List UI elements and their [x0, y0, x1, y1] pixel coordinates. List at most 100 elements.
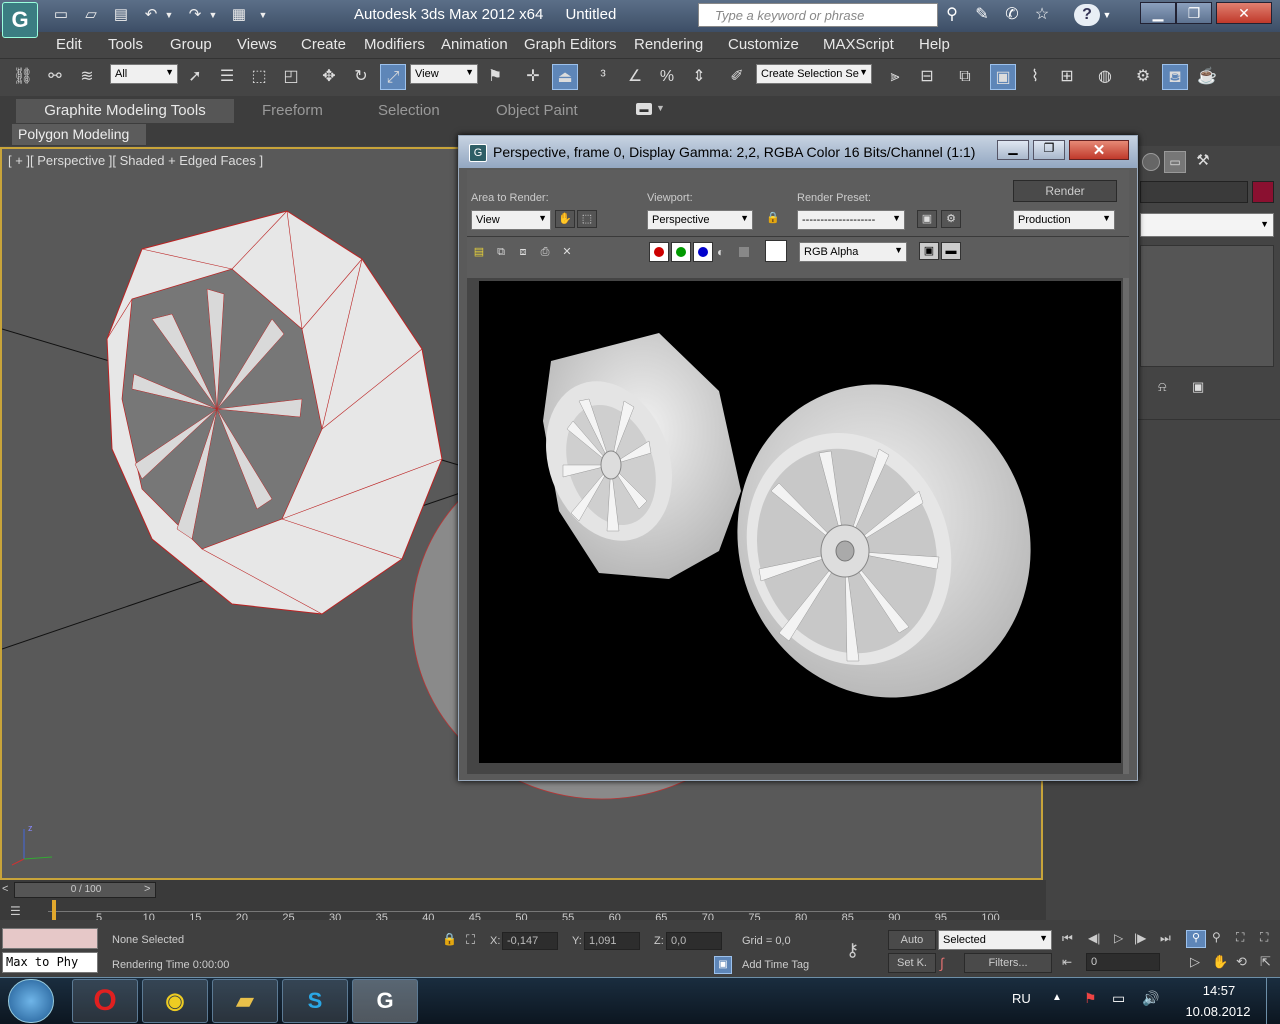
rendered-frame-window-icon[interactable]: ⛾	[1162, 64, 1188, 90]
clone-window-icon[interactable]: ⧈	[513, 244, 533, 262]
auto-region-icon[interactable]: ⬚	[577, 210, 597, 228]
rotate-icon[interactable]: ↻	[348, 64, 374, 90]
menu-rendering[interactable]: Rendering	[634, 36, 703, 53]
menu-help[interactable]: Help	[919, 36, 950, 53]
help-dropdown-icon[interactable]: ▼	[1100, 4, 1114, 26]
tab-object-paint[interactable]: Object Paint	[496, 100, 578, 122]
volume-icon[interactable]: 🔊	[1142, 990, 1159, 1007]
show-end-result-icon[interactable]: ⍾	[1158, 379, 1167, 395]
set-key-button[interactable]: Set K.	[888, 953, 936, 973]
absolute-mode-icon[interactable]: ⛶	[466, 932, 475, 948]
toggle-ui-overlay-icon[interactable]: ▣	[919, 242, 939, 260]
time-slider[interactable]: 0 / 100	[14, 882, 156, 898]
maxscript-mini-listener[interactable]: Max to Phy	[2, 952, 98, 973]
angle-snap-icon[interactable]: ∠	[622, 64, 648, 90]
selection-lock-icon[interactable]: 🔒	[442, 932, 457, 946]
pan-view-icon[interactable]: ✋	[1212, 954, 1228, 970]
zoom-extents-all-icon[interactable]: ⛶	[1260, 930, 1268, 945]
object-name-field[interactable]	[1140, 181, 1248, 203]
ribbon-options-dropdown-icon[interactable]: ▼	[656, 103, 665, 113]
opera-icon[interactable]: O	[72, 979, 138, 1023]
zoom-extents-icon[interactable]: ⛶	[1236, 930, 1244, 945]
menu-graph-editors[interactable]: Graph Editors	[524, 36, 617, 53]
network-icon[interactable]: ▭	[1112, 990, 1125, 1007]
communication-icon[interactable]: ✆	[1000, 4, 1024, 26]
rendered-frame-window[interactable]: G Perspective, frame 0, Display Gamma: 2…	[458, 135, 1138, 781]
set-key-icon[interactable]: ⚷	[846, 940, 859, 961]
close-button[interactable]: ✕	[1216, 2, 1272, 24]
time-tag-icon[interactable]: ▣	[714, 956, 732, 974]
named-selection-dropdown[interactable]: Create Selection Se ▼	[756, 64, 872, 84]
time-slider-prev-icon[interactable]: <	[2, 883, 8, 895]
explorer-folder-icon[interactable]: ▰	[212, 979, 278, 1023]
production-dropdown[interactable]: Production ▼	[1013, 210, 1115, 230]
show-hidden-icons[interactable]: ▲	[1052, 992, 1062, 1003]
redo-icon[interactable]: ↷	[184, 5, 206, 25]
percent-snap-icon[interactable]: %	[654, 64, 680, 90]
show-desktop-button[interactable]	[1266, 978, 1280, 1024]
maxscript-mini-listener-pink[interactable]	[2, 928, 98, 949]
previous-frame-icon[interactable]: ◀|	[1088, 931, 1100, 945]
hammer-icon[interactable]: ⚒	[1192, 151, 1214, 173]
red-channel-toggle[interactable]	[649, 242, 669, 262]
menu-create[interactable]: Create	[301, 36, 346, 53]
toggle-ui-icon[interactable]: ▬	[941, 242, 961, 260]
menu-group[interactable]: Group	[170, 36, 212, 53]
new-file-icon[interactable]: ▭	[50, 5, 72, 25]
green-channel-toggle[interactable]	[671, 242, 691, 262]
move-icon[interactable]: ✥	[316, 64, 342, 90]
undo-dropdown-icon[interactable]: ▼	[162, 5, 176, 25]
clock-date[interactable]: 10.08.2012	[1180, 1004, 1256, 1019]
edit-region-icon[interactable]: ✋	[555, 210, 575, 228]
render-production-icon[interactable]: ☕	[1194, 64, 1220, 90]
select-link-icon[interactable]: ⛓	[10, 64, 36, 90]
align-icon[interactable]: ⊟	[914, 64, 940, 90]
snaps-toggle-icon[interactable]: ³	[590, 64, 616, 90]
render-button[interactable]: Render	[1013, 180, 1117, 202]
layer-manager-icon[interactable]: ⧉	[952, 64, 978, 90]
schematic-view-icon[interactable]: ⊞	[1054, 64, 1080, 90]
chrome-icon[interactable]: ◉	[142, 979, 208, 1023]
add-time-tag[interactable]: Add Time Tag	[742, 959, 809, 971]
tab-selection[interactable]: Selection	[378, 100, 440, 122]
render-setup-icon[interactable]: ▣	[917, 210, 937, 228]
save-image-icon[interactable]: ▤	[469, 244, 489, 262]
track-bar-icon[interactable]: ☰	[10, 904, 34, 920]
3dsmax-taskbar-icon[interactable]: G	[352, 979, 418, 1023]
pivot-center-icon[interactable]: ⚑	[482, 64, 508, 90]
undo-icon[interactable]: ↶	[140, 5, 162, 25]
keyboard-shortcut-override-icon[interactable]: ⏏	[552, 64, 578, 90]
quick-access-dropdown-icon[interactable]: ▼	[256, 5, 270, 25]
render-preset-dropdown[interactable]: -------------------- ▼	[797, 210, 905, 230]
select-object-icon[interactable]: ➚	[182, 64, 208, 90]
graphite-toggle-icon[interactable]: ▣	[990, 64, 1016, 90]
y-coordinate-field[interactable]: 1,091	[584, 932, 640, 950]
tab-graphite-modeling-tools[interactable]: Graphite Modeling Tools	[16, 99, 234, 123]
render-window-titlebar[interactable]: G Perspective, frame 0, Display Gamma: 2…	[459, 136, 1137, 168]
help-icon[interactable]: ?	[1074, 4, 1100, 26]
current-time-marker[interactable]	[52, 900, 56, 920]
search-input[interactable]: Type a keyword or phrase	[698, 3, 938, 27]
print-image-icon[interactable]: ⎙	[535, 244, 555, 262]
start-button[interactable]	[8, 979, 54, 1023]
language-indicator[interactable]: RU	[1012, 991, 1031, 1006]
maximize-viewport-icon[interactable]: ⇱	[1260, 954, 1271, 970]
curve-editor-icon[interactable]: ⌇	[1022, 64, 1048, 90]
menu-edit[interactable]: Edit	[56, 36, 82, 53]
current-frame-field[interactable]: 0	[1086, 953, 1160, 971]
open-file-icon[interactable]: ▱	[80, 5, 102, 25]
monochrome-icon[interactable]	[739, 247, 749, 257]
save-icon[interactable]: ▤	[110, 5, 132, 25]
clock-time[interactable]: 14:57	[1194, 983, 1244, 998]
field-of-view-icon[interactable]: ▷	[1190, 954, 1200, 970]
color-swatch[interactable]	[765, 240, 787, 262]
modifier-stack[interactable]	[1140, 245, 1274, 367]
select-manipulate-icon[interactable]: ✛	[520, 64, 546, 90]
time-slider-next-icon[interactable]: >	[144, 883, 150, 895]
menu-views[interactable]: Views	[237, 36, 277, 53]
render-window-close-button[interactable]: ✕	[1069, 140, 1129, 160]
auto-key-button[interactable]: Auto	[888, 930, 936, 950]
clear-icon[interactable]: ✕	[557, 244, 577, 262]
render-window-maximize-button[interactable]: ❐	[1033, 140, 1065, 160]
action-center-icon[interactable]: ⚑	[1084, 990, 1097, 1007]
